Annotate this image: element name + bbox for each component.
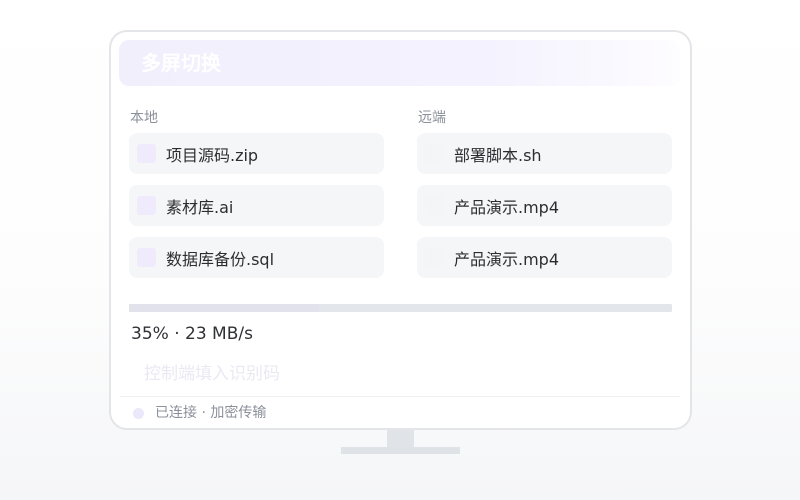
file-name: 产品演示.mp4 [454,197,560,217]
file-icon [137,144,156,163]
remote-file-item[interactable]: 产品演示.mp4 [417,185,672,226]
file-name: 部署脚本.sh [454,145,542,165]
local-column-label: 本地 [130,110,158,126]
stage: 多屏切换 本地 远端 项目源码.zip 素材库.ai 数据库备份.sql 部署脚… [0,0,800,500]
status-dot [133,408,144,419]
file-icon [425,144,444,163]
file-name: 数据库备份.sql [166,249,275,269]
monitor-stand-neck [387,430,414,447]
divider [120,396,680,397]
progress-bar [129,304,672,312]
local-file-item[interactable]: 项目源码.zip [129,133,384,174]
progress-fill [129,304,320,312]
file-icon [137,248,156,267]
transfer-status: 35% · 23 MB/s [131,324,253,344]
connection-status: 已连接 · 加密传输 [155,405,267,421]
remote-file-item[interactable]: 产品演示.mp4 [417,237,672,278]
file-name: 项目源码.zip [166,145,259,165]
file-icon [137,196,156,215]
monitor-stand-base [341,447,460,454]
remote-file-item[interactable]: 部署脚本.sh [417,133,672,174]
remote-column-label: 远端 [418,110,446,126]
file-icon [425,196,444,215]
window-title: 多屏切换 [141,51,221,75]
window-header: 多屏切换 [119,40,680,86]
code-input[interactable] [130,358,670,390]
local-file-item[interactable]: 素材库.ai [129,185,384,226]
file-icon [425,248,444,267]
file-name: 产品演示.mp4 [454,249,560,269]
local-file-item[interactable]: 数据库备份.sql [129,237,384,278]
file-name: 素材库.ai [166,197,234,217]
